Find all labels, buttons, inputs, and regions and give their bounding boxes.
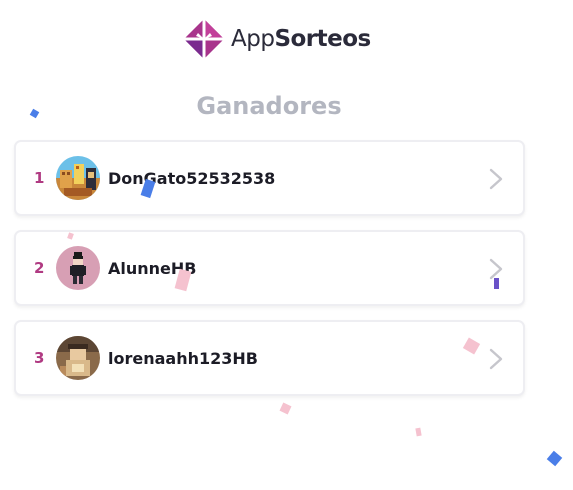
brand-name-app: App (231, 26, 275, 52)
winner-username: DonGato52532538 (108, 168, 276, 188)
winner-rank: 2 (34, 259, 45, 277)
winner-row[interactable]: 3 lorenaahh123HB (14, 320, 525, 396)
confetti-piece (415, 427, 422, 437)
winner-username: lorenaahh123HB (108, 348, 258, 368)
gift-diamond-logo-icon (184, 19, 224, 59)
winner-rank: 3 (34, 349, 45, 367)
chevron-right-icon (489, 168, 503, 190)
confetti-piece (494, 278, 499, 289)
winner-rank: 1 (34, 169, 45, 187)
user-avatar-icon (56, 156, 100, 200)
page-title: Ganadores (196, 92, 342, 120)
brand-name: AppSorteos (231, 26, 371, 52)
chevron-right-icon (489, 258, 503, 280)
winner-row[interactable]: 1 DonGato52532538 (14, 140, 525, 216)
brand-name-sorteos: Sorteos (274, 26, 371, 52)
user-avatar-icon (56, 246, 100, 290)
chevron-right-icon (489, 348, 503, 370)
app-logo: AppSorteos (183, 18, 371, 60)
winner-list: 1 DonGato52532538 2 AlunneHB 3 lorenaahh… (14, 140, 525, 410)
user-avatar-icon (56, 336, 100, 380)
confetti-piece (546, 450, 563, 467)
winner-row[interactable]: 2 AlunneHB (14, 230, 525, 306)
